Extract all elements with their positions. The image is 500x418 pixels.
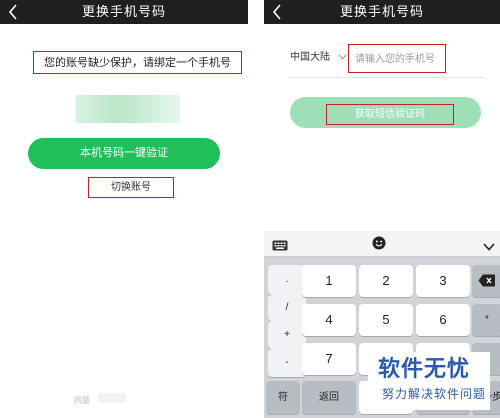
key-digit[interactable]: 4 (302, 304, 356, 336)
backspace-icon (472, 265, 500, 301)
left-title-bar: 更换手机号码 (0, 0, 248, 24)
key-digit[interactable]: 3 (416, 265, 470, 297)
key-symbol[interactable]: / (268, 295, 306, 321)
one-click-verify-button[interactable]: 本机号码一键验证 (28, 138, 220, 169)
key-symbol[interactable]: . (268, 265, 306, 295)
warning-text: 您的账号缺少保护，请绑定一个手机号 (44, 57, 231, 69)
watermark-subtitle: 努力解决软件问题 (382, 387, 487, 401)
watermark-title: 软件无忧 (378, 356, 471, 381)
phone-number-input[interactable] (355, 52, 441, 66)
key-digit[interactable]: 2 (359, 265, 413, 297)
key-digit[interactable]: 7 (302, 343, 356, 375)
input-underline (288, 77, 484, 78)
sms-button-label: 获取短信验证码 (355, 109, 425, 120)
page-title: 更换手机号码 (81, 4, 166, 19)
key-digit[interactable]: 5 (359, 304, 413, 336)
phone-input-highlight (348, 44, 446, 73)
watermark: 软件无忧 努力解决软件问题 (368, 352, 490, 410)
masked-phone-number (76, 95, 180, 123)
keyboard-toolbar (264, 231, 500, 257)
right-title-bar: 更换手机号码 (264, 0, 500, 24)
key-star[interactable]: * (472, 304, 500, 336)
collapse-keyboard-icon[interactable] (483, 238, 495, 251)
key-symbol[interactable]: - (268, 349, 306, 377)
page-title: 更换手机号码 (339, 4, 424, 19)
switch-account-highlight: 切换账号 (88, 177, 174, 198)
agreement-link-blurred[interactable] (98, 393, 126, 403)
key-digit[interactable]: 1 (302, 265, 356, 297)
panel-divider (248, 0, 264, 418)
warning-highlight: 您的账号缺少保护，请绑定一个手机号 (33, 51, 242, 74)
emoji-icon[interactable] (372, 236, 386, 250)
key-symbols[interactable]: 符 (266, 381, 300, 414)
agreement-row: 同意 (74, 390, 134, 406)
chevron-down-icon[interactable] (338, 50, 347, 65)
keyboard-icon[interactable] (272, 238, 288, 251)
switch-account-link[interactable]: 切换账号 (89, 181, 173, 195)
agreement-text: 同意 (74, 396, 90, 405)
region-selector[interactable]: 中国大陆 (290, 51, 330, 65)
left-screen: 更换手机号码 您的账号缺少保护，请绑定一个手机号 本机号码一键验证 切换账号 同… (0, 0, 248, 418)
sms-button-highlight: 获取短信验证码 (326, 104, 454, 125)
key-return[interactable]: 返回 (302, 381, 356, 414)
key-digit[interactable]: 6 (416, 304, 470, 336)
backspace-key[interactable] (472, 265, 500, 297)
key-symbol[interactable]: + (268, 321, 306, 349)
